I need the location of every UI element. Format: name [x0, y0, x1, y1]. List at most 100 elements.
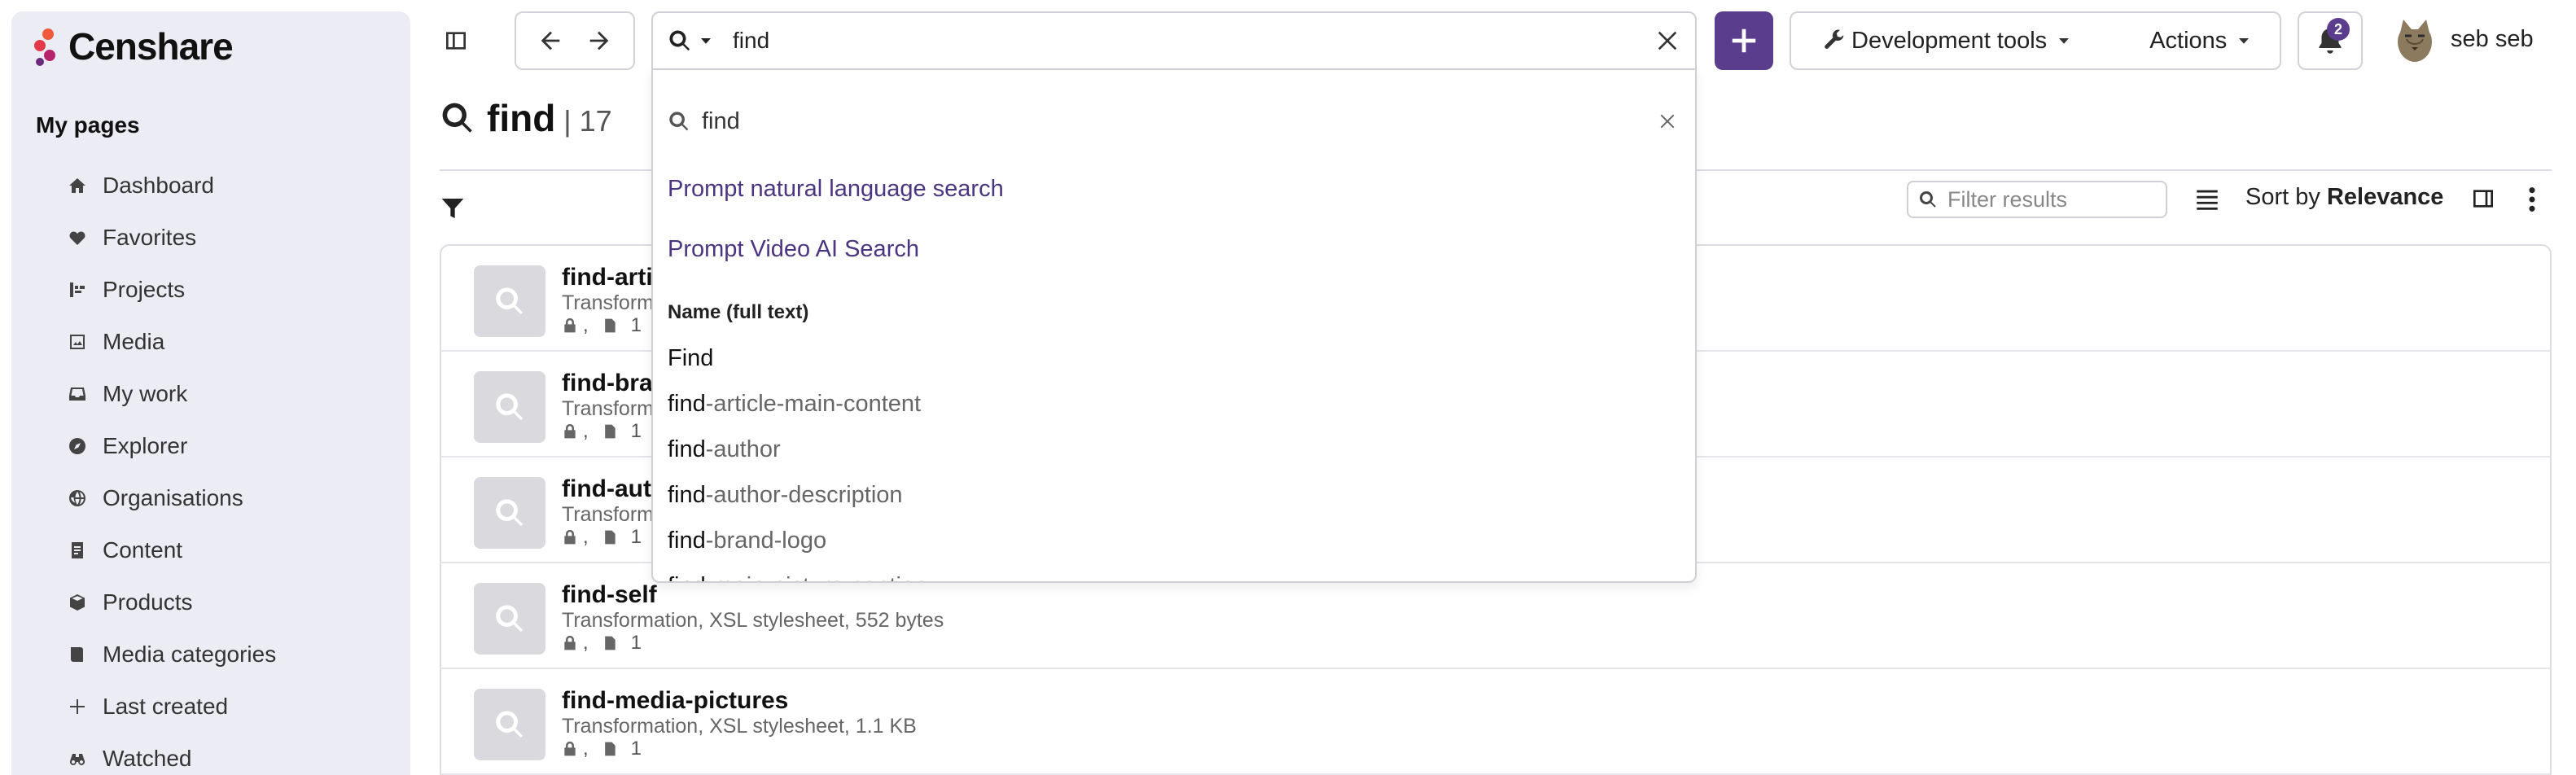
sidebar-item-content[interactable]: Content	[65, 524, 276, 576]
sort-dropdown[interactable]: Sort by Relevance	[2245, 184, 2443, 211]
toolbar-menus: Development tools Actions	[1790, 11, 2281, 70]
result-title[interactable]: find-aut	[562, 475, 651, 503]
lock-icon	[564, 635, 576, 650]
result-meta: , 1	[562, 526, 642, 549]
panel-right-icon	[2473, 190, 2493, 208]
compass-icon	[65, 434, 90, 458]
prompt-video-ai-search-link[interactable]: Prompt Video AI Search	[668, 236, 919, 263]
file-icon	[604, 530, 616, 545]
create-button[interactable]	[1715, 11, 1773, 70]
heart-icon	[65, 225, 90, 250]
more-options-button[interactable]	[2524, 186, 2540, 213]
result-meta: , 1	[562, 314, 642, 337]
search-scope-dropdown[interactable]	[668, 28, 713, 53]
sort-prefix: Sort by	[2245, 184, 2320, 210]
result-thumbnail	[474, 371, 545, 443]
details-panel-toggle[interactable]	[2470, 186, 2496, 212]
box-icon	[65, 590, 90, 615]
result-meta: , 1	[562, 632, 642, 655]
lock-icon	[564, 529, 576, 545]
table-row[interactable]: find-media-pictures Transformation, XSL …	[441, 669, 2550, 775]
sidebar-item-label: Media	[103, 329, 165, 354]
sidebar-item-products[interactable]: Products	[65, 576, 276, 628]
result-subtitle: Transform	[562, 397, 654, 420]
development-tools-button[interactable]: Development tools	[1822, 28, 2071, 55]
forward-button[interactable]	[575, 27, 624, 55]
search-icon	[496, 499, 524, 527]
prompt-natural-language-search-link[interactable]: Prompt natural language search	[668, 176, 1004, 203]
result-thumbnail	[474, 477, 545, 549]
search-icon	[669, 30, 690, 51]
close-icon	[1658, 31, 1677, 50]
suggestion-item[interactable]: find-author	[668, 436, 781, 463]
sidebar-item-watched[interactable]: Watched	[65, 733, 276, 775]
filter-button[interactable]	[440, 195, 466, 221]
suggestion-item[interactable]: find-author-description	[668, 482, 903, 509]
chevron-down-icon	[2059, 38, 2070, 44]
wrench-icon	[1825, 29, 1844, 49]
user-menu[interactable]: seb seb	[2394, 15, 2534, 63]
development-tools-label: Development tools	[1851, 27, 2048, 54]
result-count: 1	[630, 632, 642, 654]
dropdown-search-field[interactable]: find	[668, 101, 1677, 142]
result-count: 1	[630, 738, 642, 760]
censhare-logo[interactable]: Censhare	[34, 24, 234, 68]
lock-icon	[564, 423, 576, 439]
dropdown-clear-button[interactable]	[1658, 112, 1677, 131]
filter-results-input[interactable]: Filter results	[1907, 181, 2167, 218]
chevron-down-icon	[2239, 38, 2250, 44]
image-icon	[65, 330, 90, 354]
history-nav	[515, 11, 635, 70]
suggestion-item[interactable]: Find	[668, 345, 713, 372]
home-icon	[65, 173, 90, 198]
suggestion-item[interactable]: find-article-main-content	[668, 391, 921, 418]
logo-mark-icon	[34, 25, 67, 68]
search-input[interactable]	[733, 28, 1654, 54]
result-title[interactable]: find-media-pictures	[562, 687, 788, 715]
binoculars-icon	[65, 747, 90, 771]
sidebar-item-dashboard[interactable]: Dashboard	[65, 160, 276, 212]
inbox-icon	[65, 382, 90, 406]
search-icon	[496, 605, 524, 633]
sidebar-item-media-categories[interactable]: Media categories	[65, 628, 276, 681]
logo-text: Censhare	[68, 25, 234, 68]
search-icon	[669, 112, 689, 131]
sidebar-nav: Dashboard Favorites Projects Media My wo…	[65, 160, 276, 775]
sidebar-item-my-work[interactable]: My work	[65, 368, 276, 420]
toggle-sidebar-button[interactable]	[435, 21, 477, 60]
kebab-menu-icon	[2529, 187, 2535, 212]
arrow-left-icon	[541, 31, 560, 50]
sidebar-title: My pages	[36, 112, 140, 138]
sidebar-item-explorer[interactable]: Explorer	[65, 420, 276, 472]
sidebar-item-favorites[interactable]: Favorites	[65, 212, 276, 264]
result-thumbnail	[474, 689, 545, 760]
back-button[interactable]	[526, 27, 575, 55]
actions-button[interactable]: Actions	[2149, 28, 2251, 55]
result-count: 1	[630, 420, 642, 442]
user-name: seb seb	[2451, 25, 2534, 52]
clear-search-button[interactable]	[1654, 28, 1680, 54]
book-icon	[65, 642, 90, 667]
notification-badge: 2	[2327, 18, 2350, 41]
notifications-button[interactable]: 2	[2298, 11, 2363, 70]
sidebar-item-media[interactable]: Media	[65, 316, 276, 368]
result-title[interactable]: find-arti	[562, 264, 653, 291]
sidebar-item-organisations[interactable]: Organisations	[65, 472, 276, 524]
chevron-down-icon	[701, 38, 711, 44]
result-title[interactable]: find-self	[562, 581, 657, 609]
list-view-button[interactable]	[2193, 186, 2221, 213]
suggestion-item[interactable]: find-brand-logo	[668, 528, 826, 554]
sidebar-item-projects[interactable]: Projects	[65, 264, 276, 316]
result-subtitle: Transform	[562, 291, 654, 314]
result-count: 1	[630, 314, 642, 336]
globe-icon	[65, 486, 90, 510]
result-title[interactable]: find-bra	[562, 370, 653, 397]
sidebar-item-label: My work	[103, 381, 188, 406]
sidebar-item-last-created[interactable]: Last created	[65, 681, 276, 733]
sidebar-item-label: Content	[103, 537, 183, 563]
close-icon	[1660, 114, 1675, 129]
suggestion-item[interactable]: find-main-picture-caption	[668, 573, 927, 581]
sidebar-item-label: Projects	[103, 277, 186, 302]
search-icon	[1919, 190, 1936, 208]
arrow-right-icon	[589, 31, 609, 50]
